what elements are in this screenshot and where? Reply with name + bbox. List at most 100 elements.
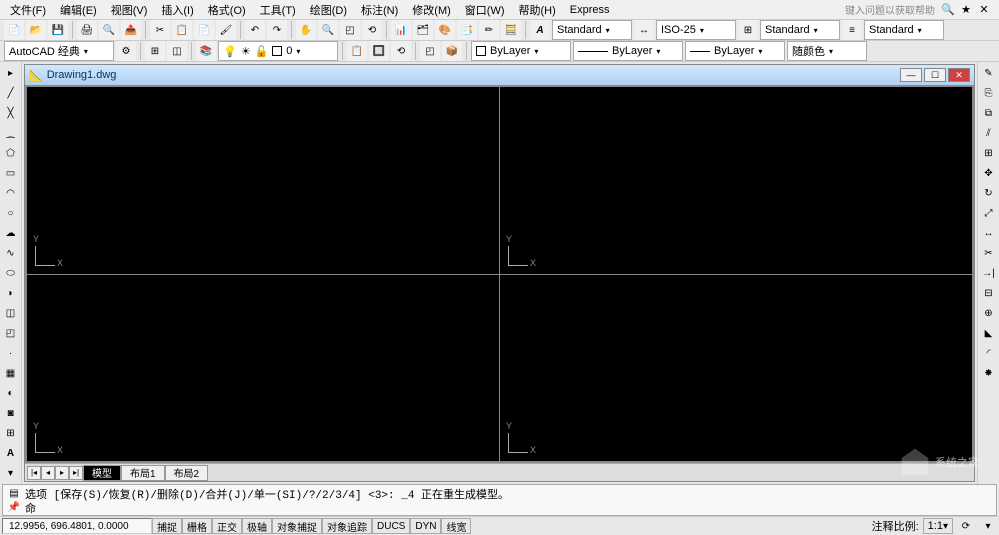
- coordinates-display[interactable]: 12.9956, 696.4801, 0.0000: [2, 518, 152, 534]
- copy-tool[interactable]: ⎘: [980, 84, 998, 102]
- extend-tool[interactable]: →|: [980, 264, 998, 282]
- grid2-icon[interactable]: ◫: [167, 41, 187, 61]
- array-tool[interactable]: ⊞: [980, 144, 998, 162]
- line-tool[interactable]: ╱: [2, 84, 20, 102]
- layerstate-button[interactable]: 📋: [347, 41, 367, 61]
- toolpalette-button[interactable]: 🎨: [435, 20, 455, 40]
- zoomwin-button[interactable]: ◰: [340, 20, 360, 40]
- tab-last-button[interactable]: ▸|: [69, 466, 83, 480]
- search-icon[interactable]: 🔍: [941, 3, 955, 17]
- polyline-tool[interactable]: ⁔: [2, 124, 20, 142]
- pan-button[interactable]: ✋: [296, 20, 316, 40]
- menu-help[interactable]: 帮助(H): [513, 0, 562, 20]
- menu-file[interactable]: 文件(F): [4, 0, 52, 20]
- matchprop-button[interactable]: 🖌: [216, 20, 236, 40]
- mlstyle-icon[interactable]: ≡: [842, 20, 862, 40]
- sheetset-button[interactable]: 📑: [457, 20, 477, 40]
- table-tool[interactable]: ⊞: [2, 424, 20, 442]
- publish-button[interactable]: 📤: [121, 20, 141, 40]
- print-button[interactable]: 🖨: [77, 20, 97, 40]
- lineweight-dropdown[interactable]: ByLayer▾: [685, 41, 785, 61]
- menu-draw[interactable]: 绘图(D): [304, 0, 353, 20]
- menu-edit[interactable]: 编辑(E): [54, 0, 103, 20]
- break-tool[interactable]: ⊟: [980, 284, 998, 302]
- block-button[interactable]: ◰: [420, 41, 440, 61]
- close-button[interactable]: ✕: [948, 68, 970, 82]
- layer-dropdown[interactable]: 💡 ☀ 🔓 0▾: [218, 41, 338, 61]
- gradient-tool[interactable]: ◐: [2, 384, 20, 402]
- new-button[interactable]: 📄: [4, 20, 24, 40]
- dyn-toggle[interactable]: DYN: [410, 518, 441, 534]
- tablestyle-icon[interactable]: ⊞: [738, 20, 758, 40]
- dimstyle-icon[interactable]: ↔: [634, 20, 654, 40]
- designcenter-button[interactable]: 🗂: [413, 20, 433, 40]
- bottom-handle-icon[interactable]: ▾: [2, 464, 20, 482]
- markup-button[interactable]: ✏: [479, 20, 499, 40]
- dimstyle-dropdown[interactable]: ISO-25▾: [656, 20, 736, 40]
- cmdline-pin-icon[interactable]: 📌: [5, 501, 23, 513]
- layerprev-button[interactable]: ⟲: [391, 41, 411, 61]
- mirror-tool[interactable]: ⧉: [980, 104, 998, 122]
- trim-tool[interactable]: ✂: [980, 244, 998, 262]
- ortho-toggle[interactable]: 正交: [212, 518, 242, 534]
- xline-tool[interactable]: ╳: [2, 104, 20, 122]
- hatch-tool[interactable]: ▦: [2, 364, 20, 382]
- menu-dimension[interactable]: 标注(N): [355, 0, 404, 20]
- spline-tool[interactable]: ∿: [2, 244, 20, 262]
- linetype-dropdown[interactable]: ByLayer▾: [573, 41, 683, 61]
- tab-first-button[interactable]: |◂: [27, 466, 41, 480]
- tab-next-button[interactable]: ▸: [55, 466, 69, 480]
- calc-button[interactable]: 🧮: [501, 20, 521, 40]
- arc-tool[interactable]: ◠: [2, 184, 20, 202]
- otrack-toggle[interactable]: 对象追踪: [322, 518, 372, 534]
- move-tool[interactable]: ✥: [980, 164, 998, 182]
- menu-express[interactable]: Express: [564, 2, 616, 18]
- mlstyle-dropdown[interactable]: Standard▾: [864, 20, 944, 40]
- offset-tool[interactable]: ⫽: [980, 124, 998, 142]
- menu-insert[interactable]: 插入(I): [155, 0, 199, 20]
- layerprops-button[interactable]: 📚: [196, 41, 216, 61]
- help-search-hint[interactable]: 键入问题以获取帮助: [845, 2, 935, 17]
- point-tool[interactable]: ·: [2, 344, 20, 362]
- makeblock-tool[interactable]: ◰: [2, 324, 20, 342]
- viewport-top-right[interactable]: XY: [500, 87, 972, 274]
- annovis-icon[interactable]: ⟳: [957, 517, 975, 535]
- tab-model[interactable]: 模型: [83, 465, 121, 481]
- zoom-button[interactable]: 🔍: [318, 20, 338, 40]
- undo-button[interactable]: ↶: [245, 20, 265, 40]
- lwt-toggle[interactable]: 线宽: [441, 518, 471, 534]
- open-button[interactable]: 📂: [26, 20, 46, 40]
- ducs-toggle[interactable]: DUCS: [372, 518, 410, 534]
- viewport-bottom-left[interactable]: XY: [27, 275, 499, 462]
- rectangle-tool[interactable]: ▭: [2, 164, 20, 182]
- workspace-dropdown[interactable]: AutoCAD 经典▾: [4, 41, 114, 61]
- grid-icon[interactable]: ⊞: [145, 41, 165, 61]
- polygon-tool[interactable]: ⬠: [2, 144, 20, 162]
- dropdown-icon[interactable]: ✕: [977, 3, 991, 17]
- scale-tool[interactable]: ⤢: [980, 204, 998, 222]
- osnap-toggle[interactable]: 对象捕捉: [272, 518, 322, 534]
- stretch-tool[interactable]: ↔: [980, 224, 998, 242]
- rotate-tool[interactable]: ↻: [980, 184, 998, 202]
- drawing-titlebar[interactable]: 📐 Drawing1.dwg — ☐ ✕: [25, 65, 974, 85]
- menu-window[interactable]: 窗口(W): [459, 0, 511, 20]
- region-tool[interactable]: ◙: [2, 404, 20, 422]
- mtext-tool[interactable]: A: [2, 444, 20, 462]
- cmdline-handle-icon[interactable]: ▤: [5, 487, 23, 499]
- ellipsearc-tool[interactable]: ◗: [2, 284, 20, 302]
- workspace-settings-button[interactable]: ⚙: [116, 41, 136, 61]
- menu-tools[interactable]: 工具(T): [254, 0, 302, 20]
- fillet-tool[interactable]: ◜: [980, 344, 998, 362]
- textstyle-dropdown[interactable]: Standard▾: [552, 20, 632, 40]
- tab-handle-icon[interactable]: ▸: [2, 64, 20, 82]
- minimize-button[interactable]: —: [900, 68, 922, 82]
- paste-button[interactable]: 📄: [194, 20, 214, 40]
- cut-button[interactable]: ✂: [150, 20, 170, 40]
- command-input[interactable]: [25, 502, 994, 514]
- ellipse-tool[interactable]: ⬭: [2, 264, 20, 282]
- star-icon[interactable]: ★: [959, 3, 973, 17]
- viewport-bottom-right[interactable]: XY: [500, 275, 972, 462]
- viewport-top-left[interactable]: XY: [27, 87, 499, 274]
- chamfer-tool[interactable]: ◣: [980, 324, 998, 342]
- polar-toggle[interactable]: 极轴: [242, 518, 272, 534]
